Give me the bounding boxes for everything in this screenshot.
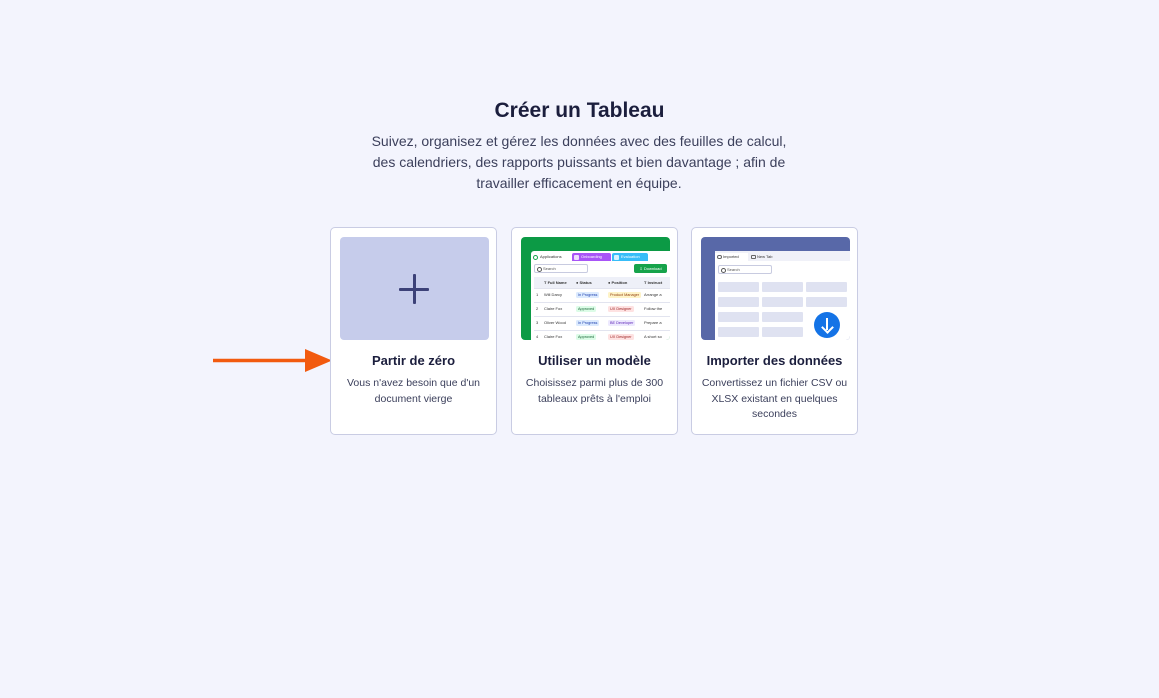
- scratch-thumbnail: [340, 237, 489, 340]
- template-preview-tabs: Applications Onboarding Evaluation: [531, 251, 670, 261]
- placeholder-cell: [718, 297, 759, 307]
- table-cell: In Progress: [576, 320, 600, 326]
- preview-tab: Imported: [715, 253, 748, 261]
- download-arrow-icon: [814, 312, 840, 338]
- placeholder-cell: [718, 312, 759, 322]
- import-thumbnail: Imported New Tab Search: [701, 237, 850, 340]
- row-number: 3: [536, 320, 539, 325]
- table-row: 2 Claire Fox Approved UX Designer Follow…: [534, 303, 670, 317]
- preview-tab-label: Applications: [540, 254, 562, 259]
- use-template-card[interactable]: Applications Onboarding Evaluation Searc…: [511, 227, 678, 435]
- row-number: 2: [536, 306, 539, 311]
- table-row: 3 Oliver Wood In Progress BE Developer P…: [534, 317, 670, 331]
- placeholder-cell: [718, 327, 759, 337]
- placeholder-cell: [762, 282, 803, 292]
- preview-tab-label: Onboarding: [581, 254, 602, 259]
- page-title: Créer un Tableau: [494, 99, 665, 122]
- placeholder-cell: [762, 312, 803, 322]
- preview-tab-label: Evaluation: [621, 254, 640, 259]
- placeholder-cell: [806, 297, 847, 307]
- new-tab-icon: [751, 254, 756, 259]
- table-cell: Claire Fox: [544, 334, 563, 339]
- page-subtitle: Suivez, organisez et gérez les données a…: [371, 133, 787, 191]
- table-cell: Claire Fox: [544, 306, 563, 311]
- column-header: ● Status: [576, 280, 592, 285]
- row-number: 1: [536, 292, 539, 297]
- table-cell: BE Developer: [608, 320, 636, 326]
- start-from-scratch-card[interactable]: Partir de zéro Vous n'avez besoin que d'…: [330, 227, 497, 435]
- table-cell: A short so: [644, 334, 662, 339]
- import-preview-tabs: Imported New Tab: [715, 251, 850, 261]
- placeholder-cell: [806, 282, 847, 292]
- preview-tab: New Tab: [749, 253, 783, 261]
- preview-tab-label: Imported: [723, 254, 739, 259]
- placeholder-cell: [762, 327, 803, 337]
- row-number: 4: [536, 334, 539, 339]
- annotation-arrow-icon: [213, 349, 332, 372]
- table-cell: Follow the: [644, 306, 663, 311]
- plus-icon: [399, 274, 429, 304]
- preview-tab: Applications: [531, 253, 571, 261]
- preview-search-label: Search: [727, 267, 740, 272]
- placeholder-cell: [762, 297, 803, 307]
- applications-icon: [533, 254, 538, 260]
- card-title: Importer des données: [706, 353, 843, 368]
- table-cell: Arrange a: [644, 292, 662, 297]
- preview-search: Search: [718, 265, 772, 274]
- card-description: Vous n'avez besoin que d'un document vie…: [346, 377, 481, 405]
- table-cell: Will Darcy: [544, 292, 562, 297]
- table-row: 4 Claire Fox Approved UX Designer A shor…: [534, 331, 670, 340]
- card-title: Partir de zéro: [371, 353, 456, 368]
- preview-table: T Full Name ● Status ● Position T Instru…: [534, 277, 670, 340]
- preview-download-label: Download: [643, 266, 662, 271]
- preview-tab: Evaluation: [612, 253, 648, 261]
- table-cell: Approved: [576, 334, 597, 340]
- table-cell: In Progress: [576, 292, 600, 298]
- imported-icon: [717, 254, 722, 259]
- search-icon: [721, 268, 726, 273]
- column-header: ● Position: [608, 280, 628, 285]
- column-header: T Instruct: [644, 280, 663, 285]
- table-row: 1 Will Darcy In Progress Product Manager…: [534, 289, 670, 303]
- search-icon: [537, 267, 542, 272]
- onboarding-icon: [574, 254, 579, 260]
- preview-tab-label: New Tab: [757, 254, 773, 259]
- card-description: Convertissez un fichier CSV ou XLSX exis…: [701, 377, 848, 420]
- preview-search: Search: [534, 264, 588, 273]
- preview-search-label: Search: [543, 266, 556, 271]
- table-cell: Oliver Wood: [544, 320, 566, 325]
- table-cell: UX Designer: [608, 334, 634, 340]
- import-data-card[interactable]: Imported New Tab Search Importer des don…: [691, 227, 858, 435]
- create-table-page: Créer un Tableau Suivez, organisez et gé…: [0, 0, 1159, 698]
- card-title: Utiliser un modèle: [538, 353, 651, 368]
- preview-download-button: ⇩ Download: [634, 264, 667, 273]
- column-header: T Full Name: [544, 280, 567, 285]
- preview-table-header: T Full Name ● Status ● Position T Instru…: [534, 277, 670, 289]
- template-thumbnail: Applications Onboarding Evaluation Searc…: [521, 237, 670, 340]
- chart-icon: [614, 254, 619, 260]
- table-cell: Product Manager: [608, 292, 642, 298]
- table-cell: Approved: [576, 306, 597, 312]
- card-description: Choisissez parmi plus de 300 tableaux pr…: [525, 377, 664, 405]
- table-cell: UX Designer: [608, 306, 634, 312]
- preview-tab: Onboarding: [572, 253, 611, 261]
- table-cell: Prepare a: [644, 320, 662, 325]
- placeholder-cell: [718, 282, 759, 292]
